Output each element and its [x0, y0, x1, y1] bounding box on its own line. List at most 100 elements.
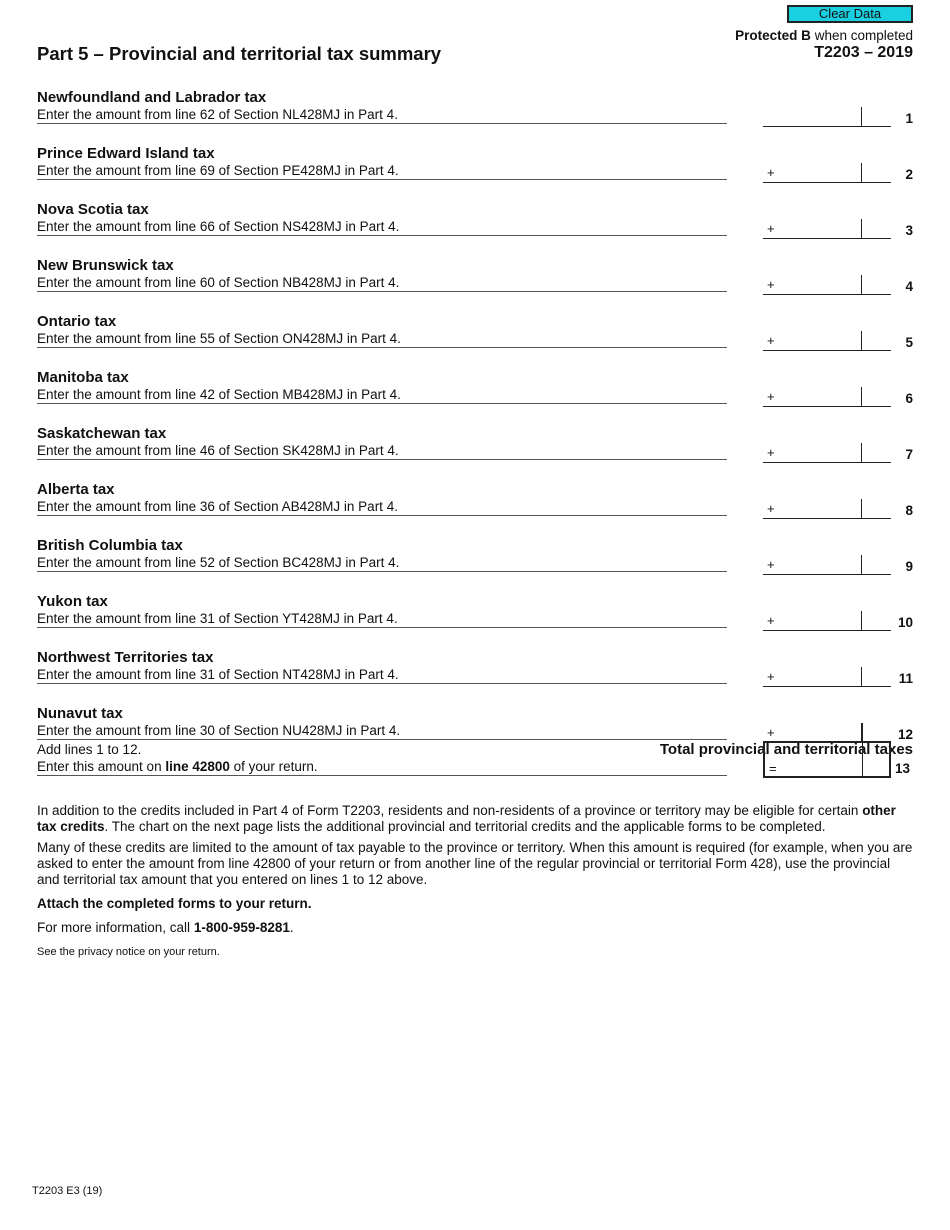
amount-field: + [763, 219, 891, 239]
amount-cents-input[interactable] [862, 669, 891, 687]
line-title: Newfoundland and Labrador tax [37, 89, 267, 106]
amount-dollars-input[interactable] [763, 277, 861, 295]
line-number: 12 [897, 727, 913, 742]
line-title: New Brunswick tax [37, 257, 174, 274]
note-text-end: . The chart on the next page lists the a… [104, 819, 826, 834]
line-description: Enter the amount from line 55 of Section… [37, 331, 727, 348]
page-title: Part 5 – Provincial and territorial tax … [37, 43, 442, 64]
line-title: Ontario tax [37, 313, 117, 330]
amount-cents-input[interactable] [862, 501, 891, 519]
line-number: 2 [905, 167, 913, 182]
tax-line-row: Northwest Territories tax Enter the amoun… [37, 649, 913, 705]
line-number: 8 [905, 503, 913, 518]
line-description: Enter the amount from line 60 of Section… [37, 275, 727, 292]
note-text: In addition to the credits included in P… [37, 803, 863, 818]
amount-field: + [763, 499, 891, 519]
amount-dollars-input[interactable] [763, 389, 861, 407]
info-text-end: . [289, 920, 294, 935]
clear-data-button[interactable]: Clear Data [787, 5, 913, 23]
tax-line-row: Yukon tax Enter the amount from line 31 o… [37, 593, 913, 649]
line-number: 6 [905, 391, 913, 406]
info-line: For more information, call 1-800-959-828… [37, 920, 913, 936]
amount-cents-input[interactable] [862, 389, 891, 407]
amount-dollars-input[interactable] [763, 333, 861, 351]
info-text: For more information, call [37, 920, 194, 935]
line-description: Enter the amount from line 30 of Section… [37, 723, 727, 740]
amount-dollars-input[interactable] [763, 165, 861, 183]
note-paragraph-2: Many of these credits are limited to the… [37, 840, 913, 887]
line-description: Enter the amount from line 36 of Section… [37, 499, 727, 516]
amount-cents-input[interactable] [862, 445, 891, 463]
line-description: Enter the amount from line 62 of Section… [37, 107, 727, 124]
line-title: Prince Edward Island tax [37, 145, 215, 162]
total-instruction-text: Enter this amount on [37, 759, 166, 774]
amount-cents-input[interactable] [862, 109, 891, 127]
line-number: 11 [898, 671, 913, 686]
tax-line-row: Saskatchewan tax Enter the amount from li… [37, 425, 913, 481]
line-number: 5 [905, 335, 913, 350]
total-line-ref: line 42800 [165, 759, 230, 774]
line-number-13: 13 [895, 761, 911, 776]
amount-dollars-input[interactable] [763, 221, 861, 239]
amount-field: + [763, 667, 891, 687]
line-number: 1 [905, 111, 913, 126]
amount-dollars-input[interactable] [763, 109, 861, 127]
note-paragraph-1: In addition to the credits included in P… [37, 803, 913, 835]
line-title: Northwest Territories tax [37, 649, 214, 666]
amount-field: + [763, 611, 891, 631]
line-description: Enter the amount from line 42 of Section… [37, 387, 727, 404]
line-title: Nova Scotia tax [37, 201, 149, 218]
tax-line-row: Nova Scotia tax Enter the amount from lin… [37, 201, 913, 257]
protected-label: Protected B [735, 28, 811, 43]
line-number: 10 [897, 615, 913, 630]
amount-dollars-input[interactable] [763, 669, 861, 687]
form-code: T2203 E3 (19) [32, 1185, 103, 1197]
line-number: 4 [905, 279, 913, 294]
amount-dollars-input[interactable] [763, 557, 861, 575]
line-title: Yukon tax [37, 593, 108, 610]
amount-cents-input[interactable] [862, 557, 891, 575]
tax-line-row: British Columbia tax Enter the amount fro… [37, 537, 913, 593]
tax-line-row: Newfoundland and Labrador tax Enter the a… [37, 89, 913, 145]
amount-field: + [763, 387, 891, 407]
attach-notice: Attach the completed forms to your retur… [37, 896, 312, 911]
line-description: Enter the amount from line 66 of Section… [37, 219, 727, 236]
amount-cents-input[interactable] [862, 221, 891, 239]
total-amount-box: = [763, 723, 891, 778]
amount-cents-input[interactable] [862, 277, 891, 295]
tax-line-row: Manitoba tax Enter the amount from line 4… [37, 369, 913, 425]
amount-field: + [763, 331, 891, 351]
total-cents-input[interactable] [863, 743, 889, 776]
line-description: Enter the amount from line 31 of Section… [37, 667, 727, 684]
amount-cents-input[interactable] [862, 333, 891, 351]
line-number: 7 [905, 447, 913, 462]
line-title: Nunavut tax [37, 705, 123, 722]
amount-field: + [763, 163, 891, 183]
line-description: Enter the amount from line 52 of Section… [37, 555, 727, 572]
total-dollars-input[interactable] [765, 743, 861, 776]
line-title: Manitoba tax [37, 369, 129, 386]
phone-number: 1-800-959-8281 [193, 920, 290, 935]
amount-field: + [763, 443, 891, 463]
amount-dollars-input[interactable] [763, 613, 861, 631]
line-description: Enter the amount from line 31 of Section… [37, 611, 727, 628]
total-instruction-1: Add lines 1 to 12. [37, 742, 142, 757]
amount-cents-input[interactable] [862, 613, 891, 631]
amount-dollars-input[interactable] [763, 445, 861, 463]
line-description: Enter the amount from line 69 of Section… [37, 163, 727, 180]
tax-line-row: Alberta tax Enter the amount from line 36… [37, 481, 913, 537]
line-number: 9 [905, 559, 913, 574]
amount-field: + [763, 555, 891, 575]
tax-line-row: New Brunswick tax Enter the amount from l… [37, 257, 913, 313]
tax-line-row: Ontario tax Enter the amount from line 55… [37, 313, 913, 369]
line-title: Alberta tax [37, 481, 115, 498]
protected-notice: Protected B when completed [735, 28, 913, 43]
amount-dollars-input[interactable] [763, 501, 861, 519]
tax-line-row: Prince Edward Island tax Enter the amount… [37, 145, 913, 201]
form-number: T2203 – 2019 [814, 44, 913, 61]
line-title: Saskatchewan tax [37, 425, 167, 442]
amount-cents-input[interactable] [862, 165, 891, 183]
line-title: British Columbia tax [37, 537, 183, 554]
total-instruction-2: Enter this amount on line 42800 of your … [37, 759, 727, 776]
total-instruction-text-end: of your return. [229, 759, 318, 774]
